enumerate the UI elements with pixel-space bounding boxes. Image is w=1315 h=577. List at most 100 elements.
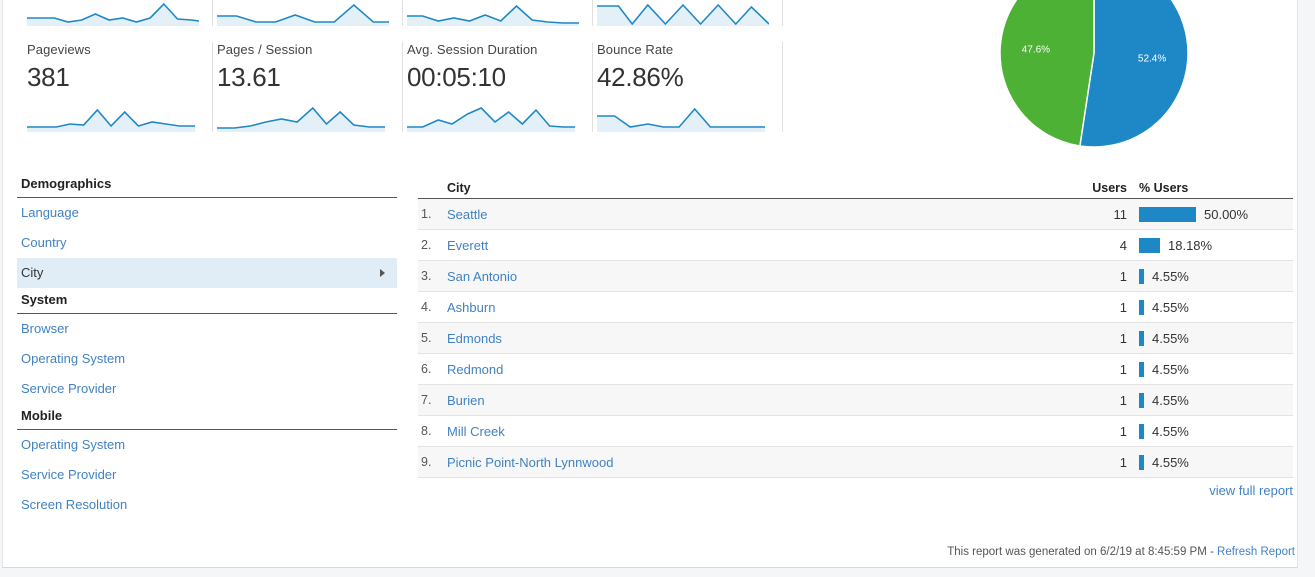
column-header-city[interactable]: City	[418, 181, 1061, 195]
report-generated-note: This report was generated on 6/2/19 at 8…	[418, 546, 1295, 558]
column-header-pct-users[interactable]: % Users	[1133, 181, 1293, 195]
metric-card[interactable]: Pageviews381	[23, 42, 213, 132]
pct-users-bar	[1139, 269, 1144, 284]
table-row[interactable]: 7.Burien14.55%	[418, 385, 1293, 416]
metric-sparkline	[217, 102, 389, 132]
cell-pct-users: 50.00%	[1133, 207, 1293, 222]
cell-users: 1	[1061, 331, 1133, 346]
city-link[interactable]: Picnic Point-North Lynnwood	[447, 455, 613, 470]
metric-value: 381	[27, 60, 212, 94]
pct-users-value: 4.55%	[1152, 269, 1189, 284]
city-link[interactable]: Ashburn	[447, 300, 495, 315]
sidebar-item-label: City	[21, 265, 43, 280]
row-rank: 6.	[418, 362, 447, 376]
cell-pct-users: 4.55%	[1133, 424, 1293, 439]
cell-pct-users: 4.55%	[1133, 393, 1293, 408]
refresh-report-link[interactable]: Refresh Report	[1217, 546, 1295, 558]
cell-city: 9.Picnic Point-North Lynnwood	[418, 455, 1061, 470]
cell-city: 1.Seattle	[418, 207, 1061, 222]
row-rank: 1.	[418, 207, 447, 221]
cell-users: 1	[1061, 424, 1133, 439]
pct-users-value: 4.55%	[1152, 393, 1189, 408]
cell-city: 2.Everett	[418, 238, 1061, 253]
cell-city: 7.Burien	[418, 393, 1061, 408]
pct-users-bar	[1139, 393, 1144, 408]
pie-slice[interactable]	[1080, 0, 1188, 147]
sidebar-item-service-provider[interactable]: Service Provider	[17, 460, 397, 490]
cell-city: 6.Redmond	[418, 362, 1061, 377]
cell-pct-users: 4.55%	[1133, 455, 1293, 470]
table-row[interactable]: 4.Ashburn14.55%	[418, 292, 1293, 323]
metric-value: 00:05:10	[407, 60, 592, 94]
metric-value: 42.86%	[597, 60, 782, 94]
sidebar-item-language[interactable]: Language	[17, 198, 397, 228]
view-full-report-link[interactable]: view full report	[1209, 483, 1293, 498]
cell-users: 1	[1061, 269, 1133, 284]
sidebar-item-label: Country	[21, 235, 67, 250]
sidebar-item-label: Screen Resolution	[21, 497, 127, 512]
row-rank: 4.	[418, 300, 447, 314]
pct-users-value: 18.18%	[1168, 238, 1212, 253]
sidebar-item-screen-resolution[interactable]: Screen Resolution	[17, 490, 397, 520]
table-row[interactable]: 3.San Antonio14.55%	[418, 261, 1293, 292]
pct-users-bar	[1139, 455, 1144, 470]
sidebar-item-operating-system[interactable]: Operating System	[17, 344, 397, 374]
cell-users: 4	[1061, 238, 1133, 253]
table-row[interactable]: 5.Edmonds 14.55%	[418, 323, 1293, 354]
row-rank: 9.	[418, 455, 447, 469]
sidebar-item-operating-system[interactable]: Operating System	[17, 430, 397, 460]
analytics-dashboard-page: Pageviews381Pages / Session13.61Avg. Ses…	[0, 0, 1315, 577]
table-row[interactable]: 9.Picnic Point-North Lynnwood14.55%	[418, 447, 1293, 478]
sidebar-item-service-provider[interactable]: Service Provider	[17, 374, 397, 404]
pie-slice[interactable]	[1000, 0, 1094, 146]
city-link[interactable]: Edmonds	[447, 331, 502, 346]
dimension-nav: DemographicsLanguageCountryCitySystemBro…	[17, 176, 397, 524]
city-link[interactable]: Burien	[447, 393, 485, 408]
sidebar-item-label: Service Provider	[21, 467, 116, 482]
cell-pct-users: 4.55%	[1133, 362, 1293, 377]
metric-card[interactable]: Pages / Session13.61	[213, 42, 403, 132]
row-rank: 7.	[418, 393, 447, 407]
table-row[interactable]: 1.Seattle1150.00%	[418, 199, 1293, 230]
cell-users: 1	[1061, 393, 1133, 408]
pct-users-value: 4.55%	[1152, 455, 1189, 470]
column-header-users[interactable]: Users	[1061, 181, 1133, 195]
city-link[interactable]: Redmond	[447, 362, 503, 377]
pct-users-bar	[1139, 207, 1196, 222]
metric-value: 13.61	[217, 60, 402, 94]
pct-users-value: 4.55%	[1152, 300, 1189, 315]
previous-metric-cell	[593, 0, 783, 26]
pie-slice-label-green: 47.6%	[1022, 45, 1050, 56]
pct-users-bar	[1139, 238, 1160, 253]
pct-users-value: 4.55%	[1152, 362, 1189, 377]
city-link[interactable]: Everett	[447, 238, 488, 253]
metric-card[interactable]: Avg. Session Duration 00:05:10	[403, 42, 593, 132]
sidebar-item-browser[interactable]: Browser	[17, 314, 397, 344]
sidebar-item-label: Operating System	[21, 351, 125, 366]
city-data-table: City Users % Users 1.Seattle1150.00%2.Ev…	[418, 176, 1293, 478]
previous-metric-cell	[213, 0, 403, 26]
cell-pct-users: 4.55%	[1133, 269, 1293, 284]
cell-pct-users: 18.18%	[1133, 238, 1293, 253]
cell-users: 1	[1061, 362, 1133, 377]
sidebar-item-country[interactable]: Country	[17, 228, 397, 258]
metric-card[interactable]: Bounce Rate42.86%	[593, 42, 783, 132]
previous-metric-cell	[403, 0, 593, 26]
sidebar-item-city[interactable]: City	[17, 258, 397, 288]
row-rank: 8.	[418, 424, 447, 438]
pct-users-value: 4.55%	[1152, 424, 1189, 439]
city-link[interactable]: Seattle	[447, 207, 487, 222]
cell-city: 8.Mill Creek	[418, 424, 1061, 439]
sparkline-prev-3	[407, 0, 579, 26]
generated-timestamp-text: This report was generated on 6/2/19 at 8…	[947, 546, 1217, 558]
city-link[interactable]: Mill Creek	[447, 424, 505, 439]
table-row[interactable]: 2.Everett4 18.18%	[418, 230, 1293, 261]
cell-pct-users: 4.55%	[1133, 300, 1293, 315]
table-row[interactable]: 8.Mill Creek14.55%	[418, 416, 1293, 447]
metric-label: Avg. Session Duration	[407, 42, 592, 58]
city-link[interactable]: San Antonio	[447, 269, 517, 284]
table-row[interactable]: 6.Redmond14.55%	[418, 354, 1293, 385]
cell-pct-users: 4.55%	[1133, 331, 1293, 346]
row-rank: 5.	[418, 331, 447, 345]
cell-users: 11	[1061, 207, 1133, 222]
